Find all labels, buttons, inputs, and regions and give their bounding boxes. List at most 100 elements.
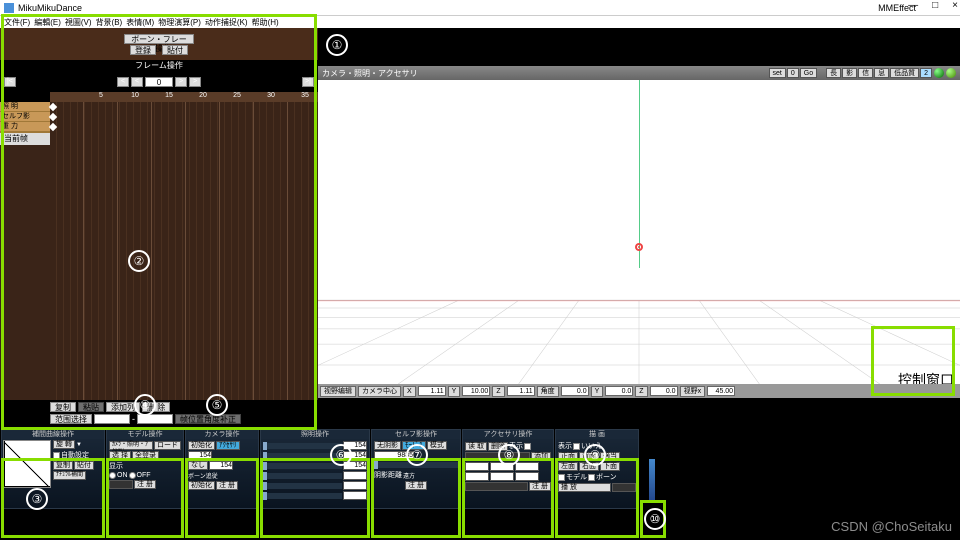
interp-paste-button[interactable]: 貼付 [74,461,94,470]
model-select[interactable]: ｶﾒﾗ・照明・ｱｸｾｻﾘ [109,441,153,450]
frame-prevkey-button[interactable]: < [117,77,129,87]
close-button[interactable]: × [952,0,958,11]
model-reg-button[interactable]: 注 册 [134,480,156,489]
light-x-slider[interactable] [263,473,342,479]
cam-init2-button[interactable]: 初始化 [188,481,215,490]
shadow-slider[interactable] [374,462,458,468]
natural-button[interactable]: ﾅﾁｭﾗﾙ補間 [53,471,86,480]
shadow-m1-button[interactable]: ﾓｰﾄﾞ1 [402,441,426,450]
light-g-slider[interactable] [263,453,342,459]
frame-first-button[interactable]: |< [4,77,16,87]
quality-select[interactable]: 2 [920,68,932,78]
cam-x-input[interactable] [418,386,446,396]
ang-y-input[interactable] [605,386,633,396]
cam-init-button[interactable]: 初始化 [188,441,215,450]
keyframe-icon[interactable] [49,103,57,111]
view-right-button[interactable]: 右面 [579,462,599,471]
range-start-input[interactable] [94,414,130,424]
cam-z-input[interactable] [507,386,535,396]
hb3[interactable]: 信 [858,68,873,78]
frame-input[interactable] [145,77,173,87]
light-gizmo-icon[interactable] [934,68,944,78]
menu-bg[interactable]: 背景(B) [96,17,123,28]
cam-follow-button[interactable]: ｱｸｾｻﾘ [216,441,240,450]
acc-select[interactable] [465,452,530,461]
delete-button[interactable]: 删 除 [142,402,170,412]
cam-none-button[interactable]: なし [188,461,208,470]
interp-select[interactable]: 旋 轉 [53,440,75,449]
track-gravity[interactable]: 重 力 [0,122,50,132]
insert-button[interactable]: 添加列 [106,402,140,412]
camera-center-button[interactable]: カメラ中心 [358,386,401,397]
hb4[interactable]: 息 [874,68,889,78]
minimize-button[interactable]: — [908,0,918,11]
copy-button[interactable]: 复制 [50,402,76,412]
shrink-button[interactable]: 帧位置角度补正 [175,414,241,424]
ang-x-input[interactable] [561,386,589,396]
menu-mocap[interactable]: 动作捕捉(K) [205,17,248,28]
cam-reg-button[interactable]: 注 册 [216,481,238,490]
view-mode-button[interactable]: 视野编辑 [320,386,356,397]
timeline-grid[interactable] [50,102,322,400]
interp-curve[interactable] [3,440,51,488]
track-light[interactable]: 照 明 [0,102,50,112]
acc-add-button[interactable]: 添加 [531,452,551,461]
select-button[interactable]: 选 择 [109,451,131,460]
acc-del-button[interactable]: 删除 [488,442,508,451]
frame-prev-button[interactable]: < [131,77,143,87]
volume-slider[interactable] [649,459,655,503]
track-shadow[interactable]: セルフ影 [0,112,50,122]
frame-next-button[interactable]: > [175,77,187,87]
hb1[interactable]: 長 [826,68,841,78]
frame-nextkey-button[interactable]: > [189,77,201,87]
keyframe-icon[interactable] [49,113,57,121]
view-left-button[interactable]: 左面 [558,462,578,471]
allreg-button[interactable]: 全登录 [132,451,159,460]
menu-view[interactable]: 視圖(V) [65,17,92,28]
on-radio[interactable] [109,472,116,479]
cam-y-input[interactable] [462,386,490,396]
shadow-reg-button[interactable]: 注 册 [405,481,427,490]
view-front-button[interactable]: 正面 [558,452,578,461]
light-r-slider[interactable] [263,443,342,449]
acc-load-button[interactable]: 读 取 [465,442,487,451]
go-button[interactable]: Go [800,68,817,78]
ang-z-input[interactable] [650,386,678,396]
paste-button[interactable]: 粘贴 [78,402,104,412]
auto-check[interactable] [53,452,60,459]
camera-target-icon[interactable] [635,243,643,251]
menu-help[interactable]: 帮助(H) [252,17,279,28]
acc-reg-button[interactable]: 注 册 [529,482,551,491]
light-y-slider[interactable] [263,483,342,489]
interp-copy-button[interactable]: 复制 [53,461,73,470]
shadow-off-button[interactable]: 无阴影 [374,441,401,450]
frame-last-button[interactable]: >| [302,77,314,87]
range-button[interactable]: 范围选择 [50,414,92,424]
bone-register-button[interactable]: 登録 [130,45,156,55]
cam-v1[interactable] [188,451,212,460]
model-input[interactable] [109,480,133,489]
view-center-button[interactable]: 適当 [600,452,620,461]
shadow-m2-button[interactable]: 模式 [427,441,447,450]
quality-button[interactable]: 低品質 [890,68,919,78]
menu-edit[interactable]: 編輯(E) [34,17,61,28]
menu-face[interactable]: 表情(M) [126,17,154,28]
viewport-3d[interactable]: 控制窗口 local [318,80,960,384]
set-button[interactable]: set [769,68,786,78]
play-button[interactable]: 播 放 [558,483,611,492]
view-top-button[interactable]: 下面 [600,462,620,471]
hb2[interactable]: 影 [842,68,857,78]
menu-file[interactable]: 文件(F) [4,17,30,28]
view-back-button[interactable]: 背面 [579,452,599,461]
current-frame-button[interactable]: 当前帧 [0,133,50,145]
range-end-input[interactable] [137,414,173,424]
light-gizmo2-icon[interactable] [946,68,956,78]
light-z-slider[interactable] [263,493,342,499]
shadow-dist-input[interactable] [374,451,414,460]
maximize-button[interactable]: □ [932,0,938,11]
light-b-slider[interactable] [263,463,342,469]
bone-paste-button[interactable]: 貼付 [162,45,188,55]
keyframe-icon[interactable] [49,123,57,131]
focal-input[interactable] [707,386,735,396]
load-button[interactable]: ロード [154,441,181,450]
